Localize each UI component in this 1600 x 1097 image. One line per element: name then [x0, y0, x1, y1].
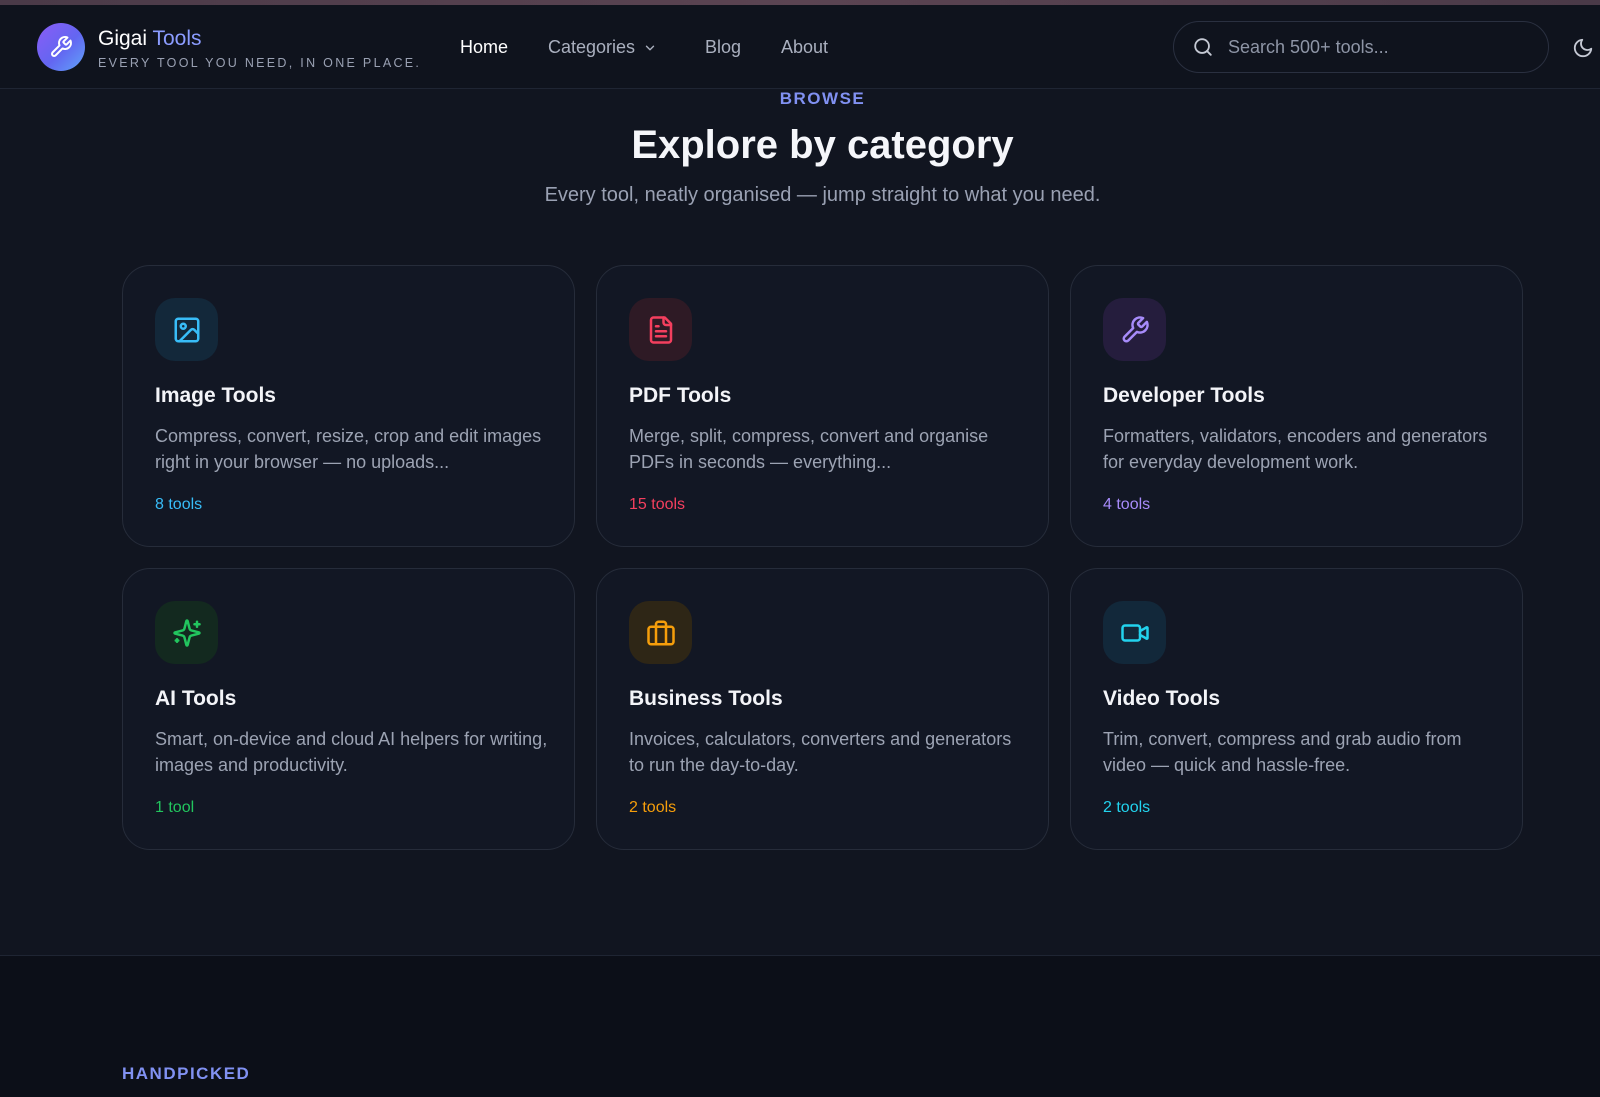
- category-title: Developer Tools: [1103, 384, 1265, 407]
- site-header: Gigai Tools EVERY TOOL YOU NEED, IN ONE …: [0, 5, 1600, 89]
- category-description: Trim, convert, compress and grab audio f…: [1103, 729, 1462, 775]
- brand-name-second: Tools: [152, 27, 202, 50]
- search-box[interactable]: [1173, 21, 1549, 73]
- page-title: Explore by category: [631, 123, 1014, 167]
- category-title: PDF Tools: [629, 384, 732, 407]
- category-card-ai[interactable]: AI Tools Smart, on-device and cloud AI h…: [122, 568, 575, 850]
- category-description: Merge, split, compress, convert and orga…: [629, 426, 989, 472]
- nav-categories[interactable]: Categories: [548, 37, 657, 58]
- theme-toggle[interactable]: [1572, 37, 1594, 59]
- category-title: AI Tools: [155, 687, 237, 710]
- category-title: Image Tools: [155, 384, 276, 407]
- category-count: 2 tools: [1103, 799, 1151, 816]
- category-description: Invoices, calculators, converters and ge…: [629, 729, 1012, 775]
- handpicked-eyebrow: HANDPICKED: [122, 1064, 251, 1083]
- category-icon-box: [1103, 298, 1166, 361]
- category-count: 2 tools: [629, 799, 677, 816]
- category-card-developer[interactable]: Developer Tools Formatters, validators, …: [1070, 265, 1523, 547]
- category-count: 15 tools: [629, 496, 686, 513]
- nav-categories-label: Categories: [548, 37, 636, 57]
- moon-icon: [1573, 38, 1593, 58]
- category-card-video[interactable]: Video Tools Trim, convert, compress and …: [1070, 568, 1523, 850]
- sparkles-icon: [172, 618, 201, 647]
- logo[interactable]: [37, 23, 85, 71]
- wrench-icon: [51, 36, 72, 57]
- section-eyebrow: BROWSE: [779, 89, 866, 108]
- category-title: Video Tools: [1103, 687, 1221, 710]
- category-card-image[interactable]: Image Tools Compress, convert, resize, c…: [122, 265, 575, 547]
- document-icon: [649, 315, 672, 344]
- search-icon: [1194, 38, 1212, 56]
- category-count: 8 tools: [155, 496, 203, 513]
- category-icon-box: [155, 601, 218, 664]
- image-icon: [174, 317, 199, 342]
- category-icon-box: [629, 298, 692, 361]
- category-card-business[interactable]: Business Tools Invoices, calculators, co…: [596, 568, 1049, 850]
- video-icon: [1120, 623, 1149, 642]
- category-count: 4 tools: [1103, 496, 1151, 513]
- chevron-down-icon: [645, 45, 655, 50]
- category-icon-box: [155, 298, 218, 361]
- brand-tagline: EVERY TOOL YOU NEED, IN ONE PLACE.: [98, 56, 422, 70]
- brand-name-first: Gigai: [98, 27, 148, 50]
- category-count: 1 tool: [155, 799, 195, 816]
- category-icon-box: [629, 601, 692, 664]
- section-subtitle: Every tool, neatly organised — jump stra…: [544, 184, 1101, 206]
- nav-home[interactable]: Home: [460, 37, 508, 58]
- briefcase-icon: [646, 620, 675, 645]
- nav-blog[interactable]: Blog: [705, 37, 741, 58]
- category-description: Formatters, validators, encoders and gen…: [1103, 426, 1488, 472]
- category-card-pdf[interactable]: PDF Tools Merge, split, compress, conver…: [596, 265, 1049, 547]
- wrench-icon: [1122, 315, 1149, 342]
- category-icon-box: [1103, 601, 1166, 664]
- search-input[interactable]: [1228, 36, 1528, 58]
- brand-name[interactable]: Gigai Tools: [98, 27, 202, 51]
- category-title: Business Tools: [629, 687, 783, 710]
- category-description: Compress, convert, resize, crop and edit…: [155, 426, 542, 472]
- nav-about[interactable]: About: [781, 37, 828, 58]
- category-description: Smart, on-device and cloud AI helpers fo…: [155, 729, 548, 775]
